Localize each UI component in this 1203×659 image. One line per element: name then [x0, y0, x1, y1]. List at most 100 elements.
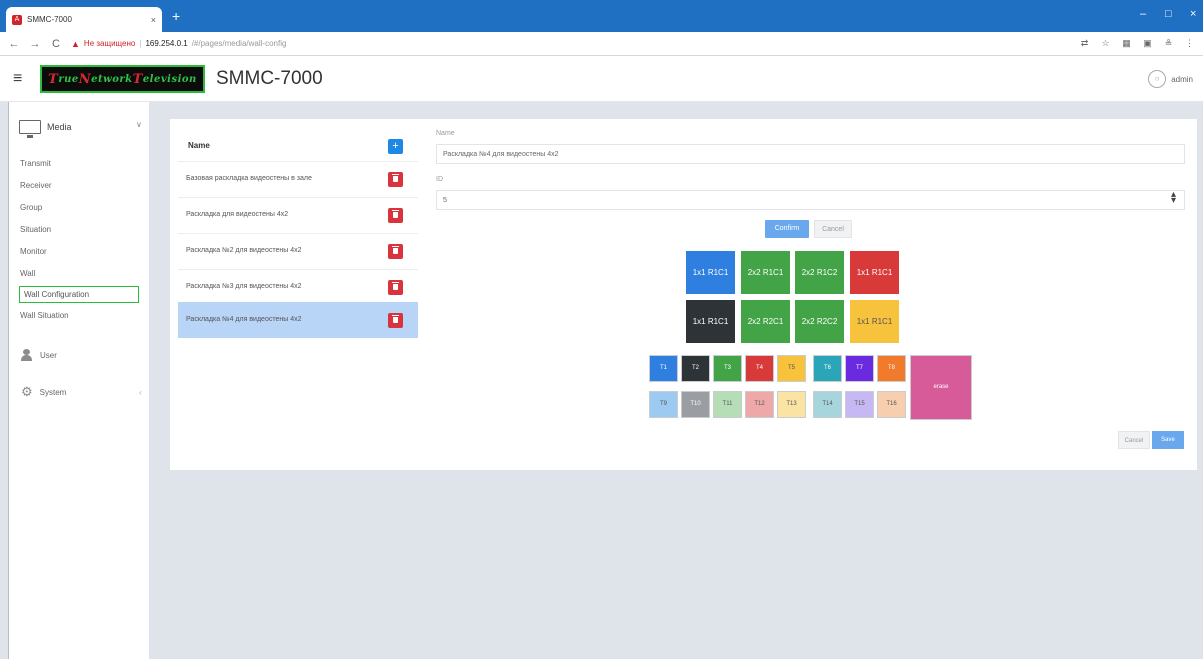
url-path: /#/pages/media/wall-config: [191, 39, 287, 48]
menu-icon[interactable]: ≡: [13, 70, 22, 88]
source-tile[interactable]: T13: [777, 391, 806, 418]
source-tile[interactable]: T6: [813, 355, 842, 382]
back-arrow-icon[interactable]: ←: [8, 38, 20, 50]
trash-icon: [392, 210, 399, 218]
wall-cell[interactable]: 1x1 R1C1: [850, 251, 899, 294]
app-header: ≡ True Network Television SMMC-7000 ○ ad…: [0, 56, 1203, 102]
wall-cell[interactable]: 1x1 R1C1: [686, 300, 735, 343]
trash-icon: [392, 174, 399, 182]
trash-icon: [392, 246, 399, 254]
source-tile[interactable]: T3: [713, 355, 742, 382]
source-tile[interactable]: T7: [845, 355, 874, 382]
delete-layout-button[interactable]: [388, 244, 403, 259]
wall-config-card: Name + Базовая раскладка видеостены в за…: [170, 119, 1197, 470]
source-tile[interactable]: T16: [877, 391, 906, 418]
delete-layout-button[interactable]: [388, 208, 403, 223]
delete-layout-button[interactable]: [388, 280, 403, 295]
source-tile[interactable]: T10: [681, 391, 710, 418]
wall-cell[interactable]: 1x1 R1C1: [850, 300, 899, 343]
minimize-icon[interactable]: –: [1140, 8, 1146, 20]
cancel-bottom-button[interactable]: Cancel: [1118, 431, 1150, 449]
sidebar-item-wall-configuration[interactable]: Wall Configuration: [19, 286, 139, 303]
profile-icon[interactable]: ≗: [1163, 38, 1174, 49]
list-header-name: Name: [188, 141, 210, 150]
trash-icon: [392, 282, 399, 290]
forward-arrow-icon[interactable]: →: [29, 38, 41, 50]
wall-cell[interactable]: 2x2 R2C2: [795, 300, 844, 343]
source-tile[interactable]: T5: [777, 355, 806, 382]
name-field-label: Name: [436, 130, 455, 137]
extension-icon-2[interactable]: ▣: [1142, 38, 1153, 49]
sidebar-item-transmit[interactable]: Transmit: [20, 159, 51, 168]
app-title: SMMC-7000: [216, 68, 323, 89]
sidebar: Media ∨ Transmit Receiver Group Situatio…: [8, 102, 149, 659]
layout-list-item[interactable]: Раскладка №2 для видеостены 4x2: [178, 233, 418, 269]
layout-list-item[interactable]: Раскладка №3 для видеостены 4x2: [178, 269, 418, 305]
sidebar-section-user[interactable]: User: [21, 349, 57, 361]
reload-icon[interactable]: C: [50, 38, 62, 50]
star-icon[interactable]: ☆: [1100, 38, 1111, 49]
translate-icon[interactable]: ⇄: [1079, 38, 1090, 49]
url-host: 169.254.0.1: [145, 39, 188, 48]
source-tile[interactable]: T11: [713, 391, 742, 418]
security-label: Не защищено: [83, 39, 136, 48]
chevron-down-icon[interactable]: ∨: [136, 120, 142, 129]
address-bar: ← → C ▲ Не защищено | 169.254.0.1/#/page…: [0, 32, 1203, 56]
url-field[interactable]: ▲ Не защищено | 169.254.0.1/#/pages/medi…: [71, 39, 286, 49]
sidebar-section-system[interactable]: ⚙ System: [21, 384, 66, 399]
sidebar-item-situation[interactable]: Situation: [20, 225, 51, 234]
source-tile[interactable]: T9: [649, 391, 678, 418]
user-menu[interactable]: ○ admin: [1148, 70, 1193, 88]
source-tile[interactable]: T2: [681, 355, 710, 382]
sidebar-section-media[interactable]: Media: [19, 120, 72, 138]
layout-name: Раскладка №3 для видеостены 4x2: [186, 283, 302, 290]
layout-name: Раскладка №2 для видеостены 4x2: [186, 247, 302, 254]
browser-tab-title: SMMC-7000: [27, 15, 72, 24]
browser-menu-icon[interactable]: ⋮: [1184, 38, 1195, 49]
delete-layout-button[interactable]: [388, 172, 403, 187]
layout-list-item[interactable]: Базовая раскладка видеостены в зале: [178, 161, 418, 197]
erase-tile[interactable]: erase: [910, 355, 972, 420]
extension-icon[interactable]: ▦: [1121, 38, 1132, 49]
maximize-icon[interactable]: □: [1165, 8, 1172, 20]
sidebar-item-group[interactable]: Group: [20, 203, 42, 212]
sidebar-item-wall-situation[interactable]: Wall Situation: [20, 311, 69, 320]
new-tab-button[interactable]: +: [172, 9, 180, 23]
confirm-button[interactable]: Confirm: [765, 220, 809, 238]
spinner-icon[interactable]: ▴ ▾: [1171, 190, 1176, 206]
angular-favicon-icon: A: [12, 14, 22, 25]
add-layout-button[interactable]: +: [388, 139, 403, 154]
layout-list-item[interactable]: Раскладка для видеостены 4x2: [178, 197, 418, 233]
name-field[interactable]: Раскладка №4 для видеостены 4x2: [436, 144, 1185, 164]
close-window-icon[interactable]: ×: [1190, 8, 1196, 20]
avatar-icon: ○: [1148, 70, 1167, 88]
source-tile[interactable]: T8: [877, 355, 906, 382]
sidebar-item-monitor[interactable]: Monitor: [20, 247, 47, 256]
layout-list-item-selected[interactable]: Раскладка №4 для видеостены 4x2: [178, 302, 418, 338]
wall-cell[interactable]: 2x2 R1C2: [795, 251, 844, 294]
user-icon: [21, 349, 32, 361]
source-tile[interactable]: T4: [745, 355, 774, 382]
cancel-button[interactable]: Cancel: [814, 220, 852, 238]
trash-icon: [392, 315, 399, 323]
wall-cell[interactable]: 2x2 R1C1: [741, 251, 790, 294]
delete-layout-button[interactable]: [388, 313, 403, 328]
gear-icon: ⚙: [21, 384, 33, 399]
monitor-icon: [19, 120, 41, 138]
id-field[interactable]: 5: [436, 190, 1185, 210]
warning-icon: ▲: [71, 38, 80, 49]
source-tile[interactable]: T15: [845, 391, 874, 418]
source-tile[interactable]: T14: [813, 391, 842, 418]
extension-icons: ⇄ ☆ ▦ ▣ ≗ ⋮: [1079, 38, 1195, 49]
layout-name: Раскладка для видеостены 4x2: [186, 211, 289, 218]
sidebar-item-receiver[interactable]: Receiver: [20, 181, 52, 190]
wall-cell[interactable]: 1x1 R1C1: [686, 251, 735, 294]
browser-tab[interactable]: A SMMC-7000 ×: [6, 7, 162, 32]
wall-cell[interactable]: 2x2 R2C1: [741, 300, 790, 343]
sidebar-item-wall[interactable]: Wall: [20, 269, 35, 278]
source-tile[interactable]: T12: [745, 391, 774, 418]
save-button[interactable]: Save: [1152, 431, 1184, 449]
source-tile[interactable]: T1: [649, 355, 678, 382]
chevron-left-icon[interactable]: ‹: [139, 388, 142, 397]
tab-close-icon[interactable]: ×: [151, 15, 156, 25]
